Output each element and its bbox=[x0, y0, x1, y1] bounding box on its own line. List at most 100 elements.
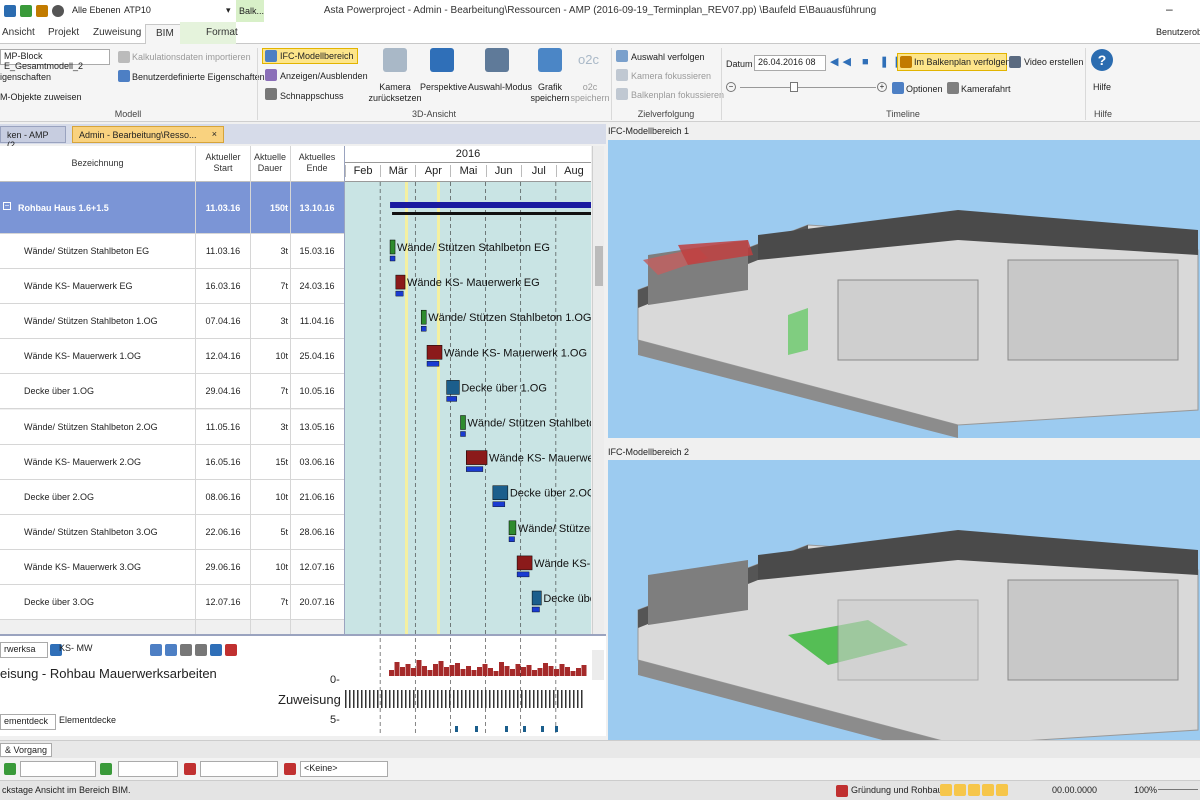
assign-objects-button[interactable]: M-Objekte zuweisen bbox=[0, 92, 82, 102]
table-row[interactable]: Wände KS- Mauerwerk 1.OG 12.04.16 10t 25.04… bbox=[0, 339, 344, 375]
tab-vorgang[interactable]: & Vorgang bbox=[0, 743, 53, 757]
table-row[interactable]: Decke über 3.OG 12.07.16 7t 20.07.16 bbox=[0, 585, 344, 621]
task-bar-label[interactable]: Wände/ Stützen Stahlbeton bbox=[467, 418, 591, 430]
gantt-chart[interactable]: 2016 Feb Mär Apr Mai Jun Jul Aug Wände/ Stütze… bbox=[345, 146, 591, 634]
task-bar[interactable] bbox=[531, 590, 542, 606]
baseline-bar[interactable] bbox=[492, 501, 506, 507]
task-bar[interactable] bbox=[460, 415, 466, 430]
baseline-bar[interactable] bbox=[531, 606, 540, 613]
table-row[interactable]: Wände/ Stützen Stahlbeton 2.OG 11.05.16 3t… bbox=[0, 409, 344, 445]
summary-row[interactable]: − Rohbau Haus 1.6+1.5 11.03.16 150t 13.10.16 bbox=[0, 182, 344, 234]
status-icon[interactable] bbox=[982, 784, 994, 796]
doc-tab-2[interactable]: Admin - Bearbeitung\Resso... × bbox=[72, 126, 224, 143]
baseline-bar[interactable] bbox=[516, 571, 530, 578]
tab-projekt[interactable]: Projekt bbox=[48, 27, 79, 38]
graphic-save-button[interactable]: Grafik speichern bbox=[530, 82, 570, 104]
chart-icon[interactable] bbox=[180, 644, 192, 656]
task-bar-label[interactable]: Decke über 2.OG bbox=[510, 488, 591, 500]
task-bar[interactable] bbox=[389, 239, 396, 255]
table-row[interactable]: Wände/ Stützen Stahlbeton EG 11.03.16 3t 15… bbox=[0, 234, 344, 270]
phase-label[interactable]: Gründung und Rohbau bbox=[851, 785, 943, 795]
table-row[interactable]: Wände/ Stützen Stahlbeton 1.OG 07.04.16 3t… bbox=[0, 304, 344, 340]
task-bar[interactable] bbox=[420, 309, 427, 325]
collapse-icon[interactable]: − bbox=[3, 202, 11, 210]
chart-icon[interactable] bbox=[150, 644, 162, 656]
baseline-bar[interactable] bbox=[421, 325, 427, 332]
model-selector[interactable]: MP-Block E_Gesamtmodell_2 bbox=[0, 49, 110, 71]
gantt-scrollbar[interactable] bbox=[592, 146, 604, 634]
doc-tab-1[interactable]: ken - AMP (2... bbox=[0, 126, 66, 150]
baseline-bar[interactable] bbox=[392, 212, 591, 215]
task-bar-label[interactable]: Decke über 1.OG bbox=[461, 382, 547, 394]
resource-combo-4[interactable]: Elementdecke bbox=[56, 714, 146, 730]
show-hide-button[interactable]: Anzeigen/Ausblenden bbox=[280, 71, 368, 81]
filter-combo-3[interactable] bbox=[200, 761, 278, 777]
filter-icon[interactable] bbox=[284, 763, 296, 775]
task-bar-label[interactable]: Wände/ Stützen Stahlbeton 1.OG bbox=[428, 312, 591, 324]
resource-combo-3[interactable]: ementdeck bbox=[0, 714, 56, 730]
table-row[interactable]: Decke über 2.OG 08.06.16 10t 21.06.16 bbox=[0, 479, 344, 515]
keine-combo[interactable]: <Keine> bbox=[300, 761, 388, 777]
snapshot-button[interactable]: Schnappschuss bbox=[280, 91, 344, 101]
resource-combo[interactable]: rwerksa bbox=[0, 642, 48, 658]
resource-combo-2[interactable]: KS- MW bbox=[56, 642, 146, 658]
summary-bar[interactable] bbox=[390, 202, 591, 208]
filter-icon[interactable] bbox=[184, 763, 196, 775]
building-model-2[interactable] bbox=[608, 460, 1200, 760]
table-row[interactable]: Decke über 1.OG 29.04.16 7t 10.05.16 bbox=[0, 374, 344, 410]
task-bar-label[interactable]: Wände/ Stützen Stahlbeton EG bbox=[397, 242, 550, 254]
options-button[interactable]: Optionen bbox=[906, 84, 943, 94]
ifc-viewer-2[interactable] bbox=[608, 460, 1200, 760]
perspective-button[interactable]: Perspektive bbox=[420, 82, 467, 92]
delete-icon[interactable] bbox=[225, 644, 237, 656]
task-bar[interactable] bbox=[395, 274, 406, 290]
zoom-in-icon[interactable]: + bbox=[877, 82, 887, 92]
baseline-bar[interactable] bbox=[426, 361, 440, 367]
task-bar-label[interactable]: Wände KS- Mauerwerk 1.OG bbox=[444, 347, 587, 359]
gantt-bars[interactable]: Wände/ Stützen Stahlbeton EG Wände KS- Ma… bbox=[345, 182, 591, 634]
filter-combo-2[interactable] bbox=[118, 761, 178, 777]
col-header-start[interactable]: Aktueller Start bbox=[196, 152, 250, 174]
camera-reset-button[interactable]: Kamera zurücksetzen bbox=[368, 82, 422, 104]
recalc-button[interactable]: Kalkulationsdaten importieren bbox=[132, 52, 251, 62]
task-bar-label[interactable]: Wände/ Stützen bbox=[518, 523, 591, 535]
baseline-bar[interactable] bbox=[395, 290, 404, 297]
baseline-bar[interactable] bbox=[446, 396, 457, 402]
task-bar[interactable] bbox=[426, 345, 443, 360]
baseline-bar[interactable] bbox=[508, 536, 515, 542]
task-bar-label[interactable]: Wände KS- Mauerwerk EG bbox=[407, 277, 540, 289]
task-bar[interactable] bbox=[508, 520, 517, 536]
task-bar-label[interactable]: Decke übe bbox=[543, 593, 591, 605]
chart-icon[interactable] bbox=[210, 644, 222, 656]
col-header-bezeichnung[interactable]: Bezeichnung bbox=[0, 158, 195, 169]
baseline-bar[interactable] bbox=[466, 466, 484, 472]
timeline-slider[interactable] bbox=[740, 87, 876, 88]
create-video-button[interactable]: Video erstellen bbox=[1024, 57, 1083, 67]
chart-icon[interactable] bbox=[195, 644, 207, 656]
table-row[interactable]: Wände KS- Mauerwerk 2.OG 16.05.16 15t 03.06… bbox=[0, 444, 344, 480]
table-row[interactable]: Wände KS- Mauerwerk 3.OG 29.06.16 10t 12.07… bbox=[0, 549, 344, 585]
zoom-out-icon[interactable]: − bbox=[726, 82, 736, 92]
userprops-button[interactable]: Benutzerdefinierte Eigenschaften bbox=[132, 72, 265, 82]
task-bar[interactable] bbox=[466, 450, 488, 465]
filter-combo-1[interactable] bbox=[20, 761, 96, 777]
task-bar[interactable] bbox=[446, 380, 460, 395]
tab-zuweisung[interactable]: Zuweisung bbox=[93, 27, 141, 38]
tab-ansicht[interactable]: Ansicht bbox=[2, 27, 35, 38]
tab-format-label[interactable]: Format bbox=[206, 27, 238, 38]
zoom-slider[interactable] bbox=[1158, 789, 1198, 790]
histogram-scrollbar[interactable] bbox=[592, 650, 604, 680]
task-bar-label[interactable]: Wände KS- Mauerwer bbox=[489, 453, 591, 465]
table-row[interactable]: Wände KS- Mauerwerk EG 16.03.16 7t 24.03.16 bbox=[0, 269, 344, 305]
status-icon[interactable] bbox=[940, 784, 952, 796]
chart-icon[interactable] bbox=[165, 644, 177, 656]
filter-icon[interactable] bbox=[100, 763, 112, 775]
status-icon[interactable] bbox=[954, 784, 966, 796]
scrollbar-thumb[interactable] bbox=[595, 246, 603, 286]
focus-gantt-button[interactable]: Balkenplan fokussieren bbox=[631, 90, 724, 100]
col-header-dauer[interactable]: Aktuelle Dauer bbox=[250, 152, 290, 174]
tab-bim[interactable]: BIM bbox=[145, 24, 185, 45]
select-mode-button[interactable]: Auswahl-Modus bbox=[468, 82, 532, 92]
o2c-save-button[interactable]: o2c speichern bbox=[570, 82, 610, 104]
filter-icon[interactable] bbox=[4, 763, 16, 775]
